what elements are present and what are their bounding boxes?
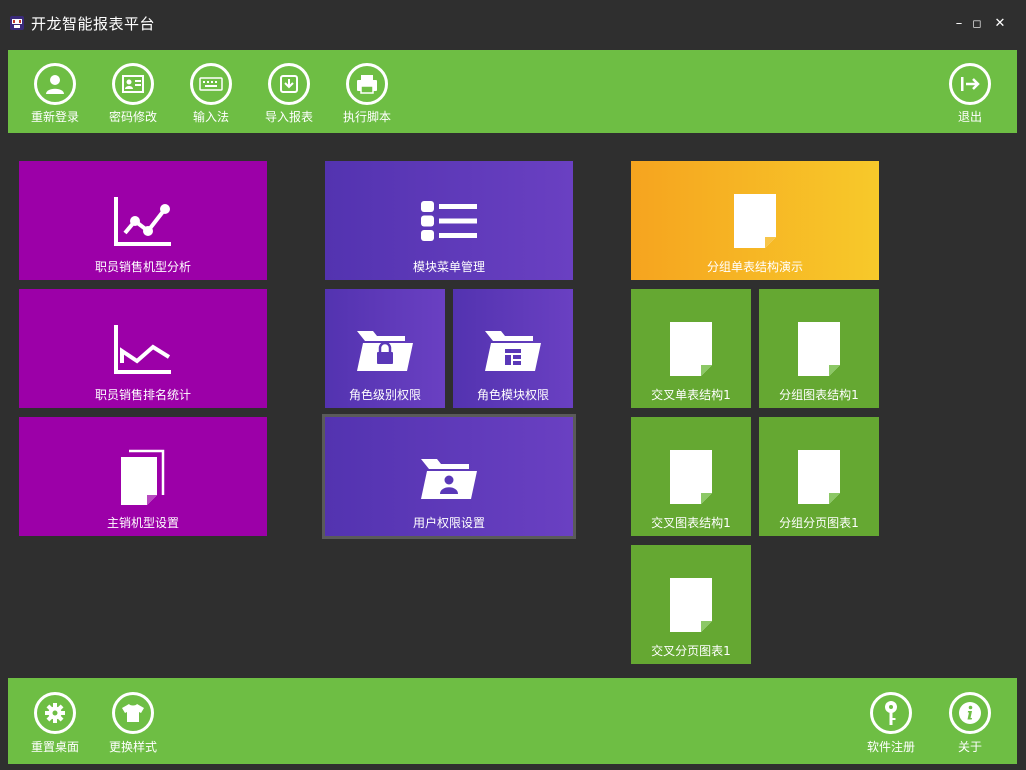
run-script-button[interactable]: 执行脚本	[331, 50, 403, 130]
tile-cross-paged-1[interactable]: 交叉分页图表1	[631, 545, 751, 664]
script-printer-icon	[357, 75, 377, 94]
tile-module-menu-label: 模块菜单管理	[412, 260, 485, 274]
key-icon	[885, 701, 897, 725]
relogin-button[interactable]: 重新登录	[19, 50, 91, 130]
tile-role-module-perm-label: 角色模块权限	[476, 388, 549, 402]
document-stack-icon	[121, 449, 165, 505]
tile-cross-table-1-label: 交叉单表结构1	[651, 388, 731, 402]
tile-group-table-demo-label: 分组单表结构演示	[706, 260, 803, 274]
close-icon: ✕	[994, 15, 1006, 31]
exit-label: 退出	[957, 110, 982, 124]
import-icon	[280, 75, 298, 93]
document-icon	[798, 450, 840, 504]
change-style-label: 更换样式	[108, 740, 157, 754]
bottom-toolbar: 重置桌面 更换样式 软件注册 关于	[8, 678, 1017, 764]
list-icon	[421, 201, 477, 241]
user-login-icon	[46, 75, 64, 94]
import-report-icon-circle	[268, 63, 310, 105]
tile-group-table-demo[interactable]: 分组单表结构演示	[631, 161, 879, 280]
exit-button[interactable]: 退出	[934, 50, 1006, 130]
input-method-icon-circle	[190, 63, 232, 105]
change-password-button[interactable]: 密码修改	[97, 50, 169, 130]
gear-icon	[45, 703, 65, 723]
relogin-label: 重新登录	[30, 110, 79, 124]
tile-role-level-perm-label: 角色级别权限	[348, 388, 421, 402]
tile-sales-analysis-label: 职员销售机型分析	[94, 260, 191, 274]
import-report-button[interactable]: 导入报表	[253, 50, 325, 130]
relogin-icon-circle	[34, 63, 76, 105]
reset-desktop-label: 重置桌面	[30, 740, 79, 754]
tile-group-paged-1-label: 分组分页图表1	[779, 516, 859, 530]
change-style-icon-circle	[112, 692, 154, 734]
minimize-button[interactable]: –	[950, 14, 968, 32]
title-bar: 开龙智能报表平台 – ◻ ✕	[0, 0, 1026, 48]
document-icon	[670, 322, 712, 376]
tile-group-paged-1[interactable]: 分组分页图表1	[759, 417, 879, 536]
tile-role-level-perm[interactable]: 角色级别权限	[325, 289, 445, 408]
tile-group-chart-1[interactable]: 分组图表结构1	[759, 289, 879, 408]
document-icon	[798, 322, 840, 376]
change-password-icon-circle	[112, 63, 154, 105]
import-report-label: 导入报表	[264, 110, 313, 124]
input-method-button[interactable]: 输入法	[175, 50, 247, 130]
tile-cross-chart-1-label: 交叉图表结构1	[651, 516, 731, 530]
reset-desktop-icon-circle	[34, 692, 76, 734]
tile-cross-chart-1[interactable]: 交叉图表结构1	[631, 417, 751, 536]
window-title: 开龙智能报表平台	[31, 15, 156, 33]
app-logo-icon	[10, 16, 24, 30]
change-style-button[interactable]: 更换样式	[97, 678, 169, 758]
keyboard-icon	[199, 77, 223, 91]
software-register-label: 软件注册	[866, 740, 915, 754]
tile-module-menu[interactable]: 模块菜单管理	[325, 161, 573, 280]
change-password-label: 密码修改	[108, 110, 157, 124]
software-register-button[interactable]: 软件注册	[855, 678, 927, 758]
reset-desktop-button[interactable]: 重置桌面	[19, 678, 91, 758]
tile-sales-ranking[interactable]: 职员销售排名统计	[19, 289, 267, 408]
tile-user-perm-label: 用户权限设置	[412, 516, 485, 530]
about-button[interactable]: 关于	[934, 678, 1006, 758]
folder-layout-icon	[485, 331, 541, 371]
tshirt-icon	[122, 704, 144, 722]
maximize-icon: ◻	[972, 16, 982, 30]
tile-main-model-settings-label: 主销机型设置	[106, 516, 179, 530]
run-script-icon-circle	[346, 63, 388, 105]
tile-sales-ranking-label: 职员销售排名统计	[94, 388, 191, 402]
document-icon	[670, 450, 712, 504]
exit-icon-circle	[949, 63, 991, 105]
info-icon	[959, 702, 981, 724]
maximize-button[interactable]: ◻	[968, 14, 986, 32]
run-script-label: 执行脚本	[342, 110, 391, 124]
top-toolbar: 重新登录 密码修改 输入法 导入报表 执行脚本 退出	[8, 50, 1017, 133]
tile-group-chart-1-label: 分组图表结构1	[779, 388, 859, 402]
tile-user-perm[interactable]: 用户权限设置	[322, 414, 576, 539]
tile-main-model-settings[interactable]: 主销机型设置	[19, 417, 267, 536]
id-card-icon	[122, 75, 144, 93]
software-register-icon-circle	[870, 692, 912, 734]
input-method-label: 输入法	[192, 110, 229, 124]
area-chart-icon	[114, 325, 171, 374]
line-chart-icon	[114, 197, 171, 246]
tile-cross-paged-1-label: 交叉分页图表1	[651, 644, 731, 658]
exit-icon	[961, 77, 980, 91]
close-button[interactable]: ✕	[991, 14, 1009, 32]
tile-sales-analysis[interactable]: 职员销售机型分析	[19, 161, 267, 280]
folder-lock-icon	[357, 331, 413, 371]
minimize-icon: –	[955, 15, 963, 31]
tile-role-module-perm[interactable]: 角色模块权限	[453, 289, 573, 408]
folder-user-icon	[421, 459, 477, 499]
about-icon-circle	[949, 692, 991, 734]
document-icon	[734, 194, 776, 248]
about-label: 关于	[957, 740, 982, 754]
document-icon	[670, 578, 712, 632]
tile-cross-table-1[interactable]: 交叉单表结构1	[631, 289, 751, 408]
